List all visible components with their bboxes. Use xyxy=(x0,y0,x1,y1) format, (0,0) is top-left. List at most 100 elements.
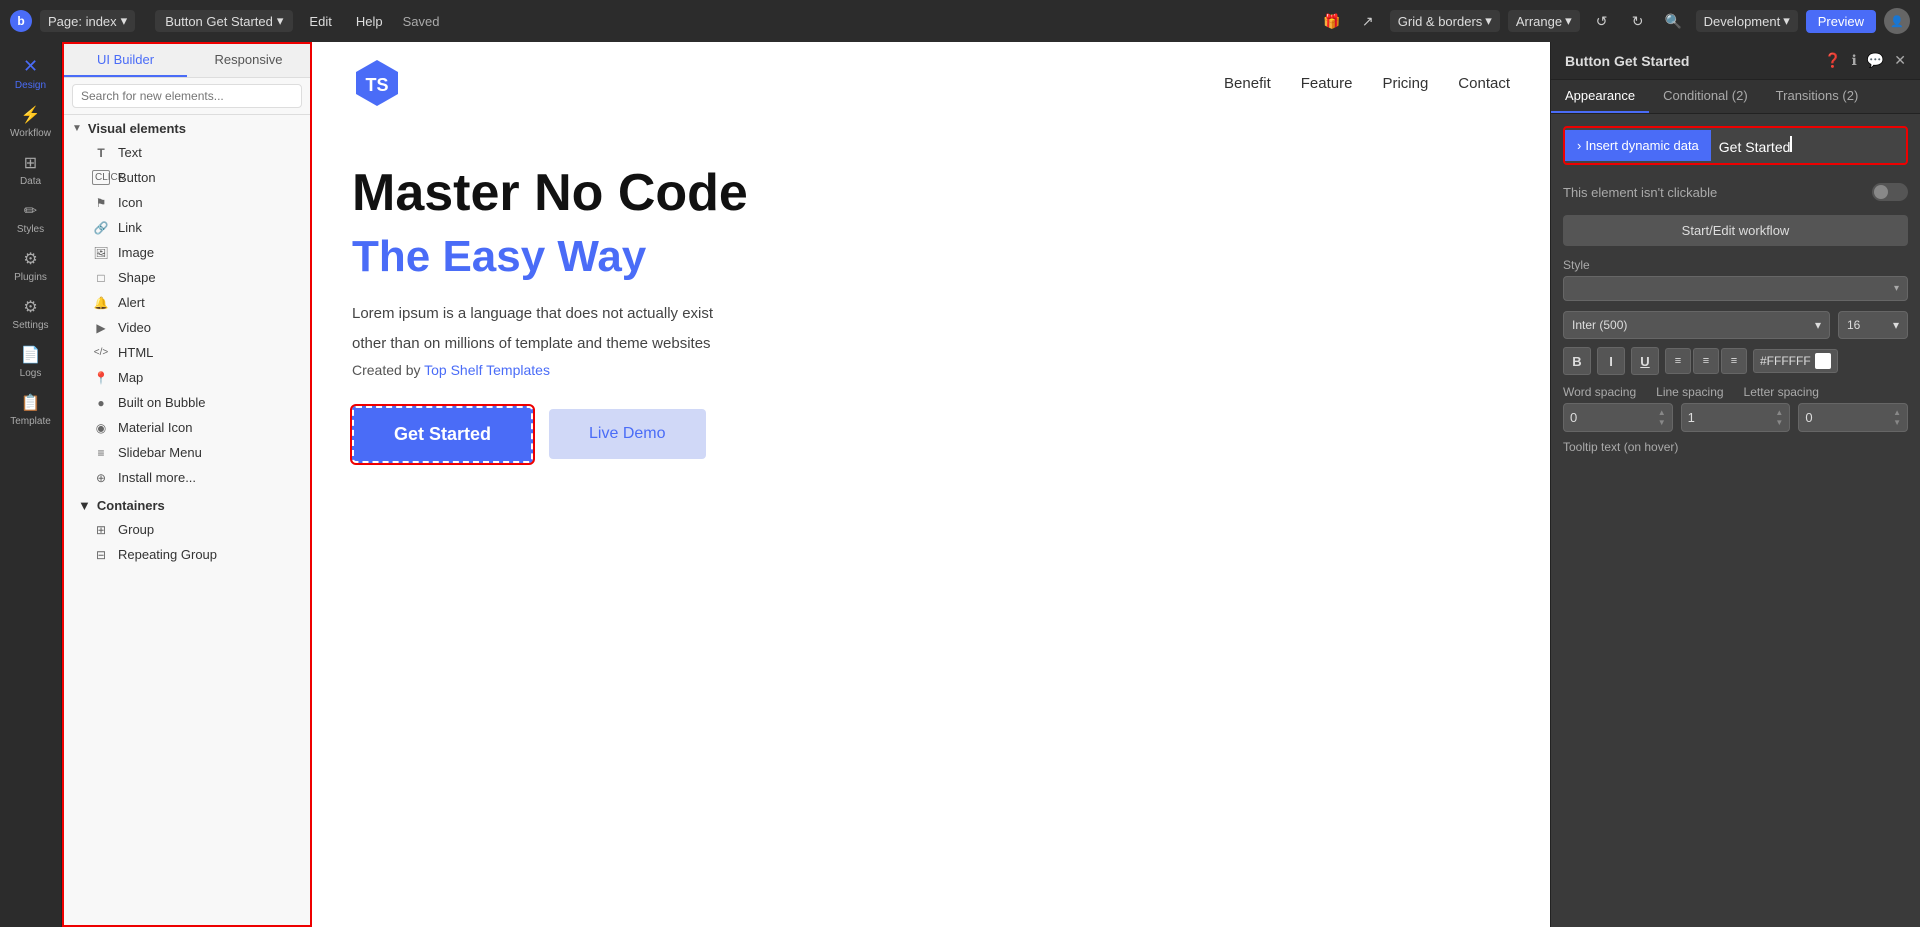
sidebar-item-data[interactable]: ⊞ Data xyxy=(3,147,59,193)
arrange-button[interactable]: Arrange ▾ xyxy=(1508,10,1580,32)
bubble-logo[interactable]: b xyxy=(10,10,32,32)
cursor-icon[interactable]: ↗ xyxy=(1354,7,1382,35)
element-text[interactable]: T Text xyxy=(68,140,306,165)
nav-feature[interactable]: Feature xyxy=(1301,75,1353,92)
grid-borders-button[interactable]: Grid & borders ▾ xyxy=(1390,10,1500,32)
element-built-on-bubble[interactable]: ● Built on Bubble xyxy=(68,390,306,415)
line-spacing-down[interactable]: ▼ xyxy=(1775,418,1783,427)
underline-button[interactable]: U xyxy=(1631,347,1659,375)
sidebar-item-settings[interactable]: ⚙ Settings xyxy=(3,291,59,337)
save-status: Saved xyxy=(403,14,440,29)
site-hero: Master No Code The Easy Way Lorem ipsum … xyxy=(312,124,1550,493)
tab-appearance[interactable]: Appearance xyxy=(1551,80,1649,113)
help-circle-icon[interactable]: ❓ xyxy=(1824,52,1841,69)
element-shape[interactable]: □ Shape xyxy=(68,265,306,290)
canvas-area: TS Benefit Feature Pricing Contact Maste… xyxy=(312,42,1920,927)
canvas-inner: TS Benefit Feature Pricing Contact Maste… xyxy=(312,42,1550,927)
not-clickable-row: This element isn't clickable xyxy=(1563,177,1908,207)
user-avatar[interactable]: 👤 xyxy=(1884,8,1910,34)
right-panel: Button Get Started ❓ ℹ 💬 ✕ Appearance Co… xyxy=(1550,42,1920,927)
development-button[interactable]: Development ▾ xyxy=(1696,10,1798,32)
line-spacing-label: Line spacing xyxy=(1656,385,1723,399)
tab-responsive[interactable]: Responsive xyxy=(187,44,310,77)
element-link[interactable]: 🔗 Link xyxy=(68,215,306,240)
align-center-button[interactable]: ≡ xyxy=(1693,348,1719,374)
template-icon: 📋 xyxy=(21,393,41,413)
element-icon[interactable]: ⚑ Icon xyxy=(68,190,306,215)
nav-pricing[interactable]: Pricing xyxy=(1382,75,1428,92)
letter-spacing-field[interactable]: 0 ▲ ▼ xyxy=(1798,403,1908,432)
italic-button[interactable]: I xyxy=(1597,347,1625,375)
element-material-icon[interactable]: ◉ Material Icon xyxy=(68,415,306,440)
element-install-more[interactable]: ⊕ Install more... xyxy=(68,465,306,490)
tab-transitions[interactable]: Transitions (2) xyxy=(1762,80,1873,113)
align-right-button[interactable]: ≡ xyxy=(1721,348,1747,374)
font-select[interactable]: Inter (500) ▾ xyxy=(1563,311,1830,339)
align-buttons: ≡ ≡ ≡ xyxy=(1665,348,1747,374)
shape-icon: □ xyxy=(92,271,110,285)
element-slidebar-menu[interactable]: ≡ Slidebar Menu xyxy=(68,440,306,465)
sidebar-item-template[interactable]: 📋 Template xyxy=(3,387,59,433)
right-panel-icons: ❓ ℹ 💬 ✕ xyxy=(1824,52,1906,69)
live-demo-button[interactable]: Live Demo xyxy=(549,409,705,459)
not-clickable-label: This element isn't clickable xyxy=(1563,185,1717,200)
button-text-input[interactable]: Get Started xyxy=(1711,128,1906,163)
containers-header[interactable]: ▼ Containers xyxy=(64,490,310,517)
sidebar-item-plugins[interactable]: ⚙ Plugins xyxy=(3,243,59,289)
page-selector[interactable]: Page: index ▾ xyxy=(40,10,135,32)
nav-benefit[interactable]: Benefit xyxy=(1224,75,1271,92)
element-button[interactable]: CLICK Button xyxy=(68,165,306,190)
nav-contact[interactable]: Contact xyxy=(1458,75,1510,92)
dynamic-data-row: › Insert dynamic data Get Started xyxy=(1563,126,1908,165)
search-input[interactable] xyxy=(72,84,302,108)
redo-icon[interactable]: ↻ xyxy=(1624,7,1652,35)
text-cursor xyxy=(1790,136,1792,152)
element-selector[interactable]: Button Get Started ▾ xyxy=(155,10,293,32)
element-alert[interactable]: 🔔 Alert xyxy=(68,290,306,315)
word-spacing-up[interactable]: ▲ xyxy=(1658,408,1666,417)
clickable-toggle[interactable] xyxy=(1872,183,1908,201)
line-spacing-field[interactable]: 1 ▲ ▼ xyxy=(1681,403,1791,432)
built-on-bubble-icon: ● xyxy=(92,396,110,410)
sidebar-item-design[interactable]: ✕ Design xyxy=(3,50,59,97)
word-spacing-down[interactable]: ▼ xyxy=(1658,418,1666,427)
search-icon[interactable]: 🔍 xyxy=(1660,7,1688,35)
element-repeating-group[interactable]: ⊟ Repeating Group xyxy=(68,542,306,567)
help-menu[interactable]: Help xyxy=(348,11,391,32)
element-map[interactable]: 📍 Map xyxy=(68,365,306,390)
style-select[interactable]: ▾ xyxy=(1563,276,1908,301)
font-size-select[interactable]: 16 ▾ xyxy=(1838,311,1908,339)
map-icon: 📍 xyxy=(92,371,110,385)
sidebar-item-logs[interactable]: 📄 Logs xyxy=(3,339,59,385)
word-spacing-field[interactable]: 0 ▲ ▼ xyxy=(1563,403,1673,432)
color-picker-button[interactable]: #FFFFFF xyxy=(1753,349,1838,373)
get-started-button[interactable]: Get Started xyxy=(352,406,533,463)
element-video[interactable]: ▶ Video xyxy=(68,315,306,340)
edit-menu[interactable]: Edit xyxy=(301,11,339,32)
repeating-group-icon: ⊟ xyxy=(92,548,110,562)
tab-conditional[interactable]: Conditional (2) xyxy=(1649,80,1762,113)
start-edit-workflow-button[interactable]: Start/Edit workflow xyxy=(1563,215,1908,246)
sidebar-item-styles[interactable]: ✏ Styles xyxy=(3,195,59,241)
insert-dynamic-data-button[interactable]: › Insert dynamic data xyxy=(1565,130,1711,161)
letter-spacing-up[interactable]: ▲ xyxy=(1893,408,1901,417)
letter-spacing-down[interactable]: ▼ xyxy=(1893,418,1901,427)
align-left-button[interactable]: ≡ xyxy=(1665,348,1691,374)
chat-icon[interactable]: 💬 xyxy=(1867,52,1884,69)
sidebar-item-workflow[interactable]: ⚡ Workflow xyxy=(3,99,59,145)
tab-ui-builder[interactable]: UI Builder xyxy=(64,44,187,77)
info-icon[interactable]: ℹ xyxy=(1852,52,1857,69)
undo-icon[interactable]: ↺ xyxy=(1588,7,1616,35)
close-icon[interactable]: ✕ xyxy=(1894,52,1906,69)
creator-link[interactable]: Top Shelf Templates xyxy=(424,362,550,378)
visual-elements-header[interactable]: ▼ Visual elements xyxy=(64,115,310,140)
bold-button[interactable]: B xyxy=(1563,347,1591,375)
visual-elements-arrow: ▼ xyxy=(72,123,82,134)
gift-icon[interactable]: 🎁 xyxy=(1318,7,1346,35)
element-image[interactable]: 🖼 Image xyxy=(68,240,306,265)
preview-button[interactable]: Preview xyxy=(1806,10,1876,33)
main-layout: ✕ Design ⚡ Workflow ⊞ Data ✏ Styles ⚙ Pl… xyxy=(0,42,1920,927)
line-spacing-up[interactable]: ▲ xyxy=(1775,408,1783,417)
element-html[interactable]: </> HTML xyxy=(68,340,306,365)
element-group[interactable]: ⊞ Group xyxy=(68,517,306,542)
